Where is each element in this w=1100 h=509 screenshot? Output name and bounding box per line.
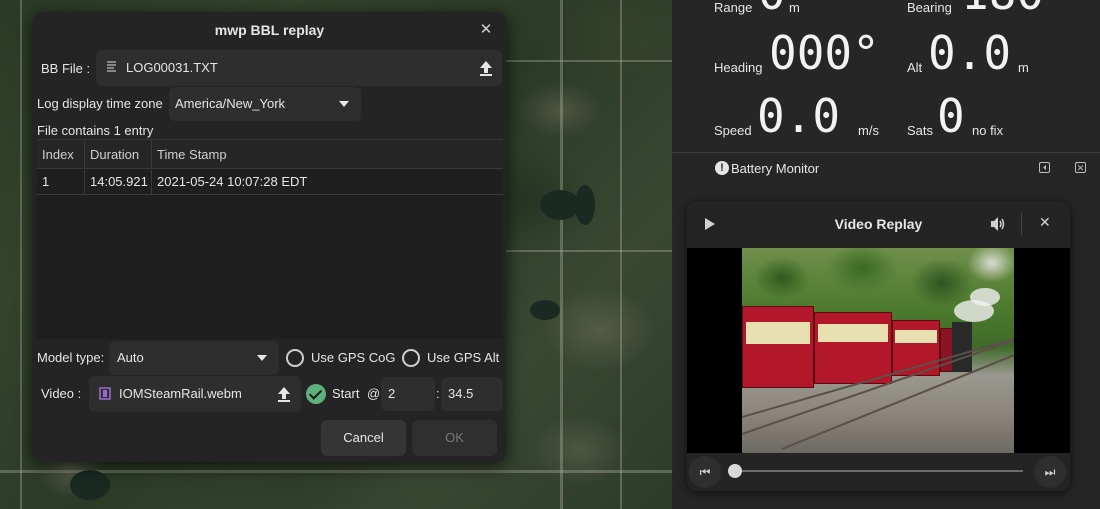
column-header-index[interactable]: Index: [37, 140, 85, 169]
skip-back-icon[interactable]: ⏮: [689, 456, 721, 488]
file-icon: [106, 61, 117, 74]
cancel-button[interactable]: Cancel: [321, 420, 406, 456]
cell-index: 1: [37, 170, 85, 194]
at-symbol: @: [367, 386, 381, 401]
skip-forward-icon[interactable]: ⏭: [1034, 456, 1066, 488]
start-checkbox[interactable]: [306, 384, 326, 404]
video-scene-image: [742, 248, 1014, 453]
cell-timestamp: 2021-05-24 10:07:28 EDT: [157, 174, 308, 189]
video-seek-track[interactable]: [735, 470, 1023, 472]
speed-unit: m/s: [858, 123, 879, 138]
video-frame[interactable]: [687, 248, 1070, 453]
detach-icon[interactable]: [1039, 162, 1050, 173]
start-seconds-value: 34.5: [448, 386, 474, 401]
video-seek-knob[interactable]: [728, 464, 742, 478]
cell-duration: 14:05.921: [85, 170, 152, 194]
range-label: Range: [714, 0, 753, 15]
timezone-value: America/New_York: [175, 96, 286, 111]
alt-unit: m: [1018, 60, 1029, 75]
time-colon: :: [436, 386, 440, 401]
model-type-select[interactable]: Auto: [109, 341, 279, 375]
dialog-title: mwp BBL replay: [214, 22, 325, 38]
video-file-chooser[interactable]: IOMSteamRail.webm: [89, 376, 301, 412]
bb-file-chooser[interactable]: LOG00031.TXT: [96, 50, 502, 86]
play-icon[interactable]: [705, 218, 715, 230]
film-icon: [99, 387, 111, 400]
heading-label: Heading: [714, 60, 763, 75]
log-entries-table: Index Duration Time Stamp 1 14:05.921 20…: [37, 139, 503, 339]
video-replay-title: Video Replay: [834, 216, 923, 232]
close-icon[interactable]: ✕: [1075, 162, 1086, 173]
volume-icon[interactable]: [989, 216, 1007, 232]
use-gps-alt-radio[interactable]: [402, 349, 420, 367]
start-minutes-input[interactable]: 2: [381, 377, 435, 411]
entries-count: File contains 1 entry: [37, 123, 154, 138]
start-minutes-value: 2: [388, 386, 396, 401]
sats-status: no fix: [972, 123, 1004, 138]
video-controls: ⏮ ⏭: [687, 453, 1070, 491]
video-label: Video :: [41, 386, 82, 401]
speed-value: 0.0: [757, 89, 841, 143]
chevron-down-icon: [339, 101, 349, 107]
range-unit: m: [789, 0, 800, 15]
timezone-select[interactable]: America/New_York: [169, 87, 361, 121]
info-icon: !: [715, 161, 729, 175]
use-gps-alt-label: Use GPS Alt: [427, 350, 500, 365]
use-gps-cog-radio[interactable]: [286, 349, 304, 367]
video-replay-window: Video Replay ✕ ⏮ ⏭: [687, 201, 1070, 491]
bearing-value: 180: [961, 0, 1044, 16]
column-header-duration[interactable]: Duration: [85, 140, 152, 169]
speed-label: Speed: [714, 123, 752, 138]
model-type-value: Auto: [117, 350, 144, 365]
model-type-label: Model type:: [37, 350, 105, 365]
start-label: Start: [332, 386, 360, 401]
timezone-label: Log display time zone: [37, 96, 163, 111]
bb-file-name: LOG00031.TXT: [126, 60, 218, 75]
column-header-timestamp[interactable]: Time Stamp: [152, 140, 503, 169]
sats-value: 0: [937, 89, 965, 143]
range-value: 0: [758, 0, 786, 16]
sats-label: Sats: [907, 123, 934, 138]
ok-button[interactable]: OK: [412, 420, 497, 456]
upload-icon[interactable]: [478, 59, 494, 77]
close-icon[interactable]: ✕: [1039, 214, 1051, 231]
start-seconds-input[interactable]: 34.5: [441, 377, 503, 411]
heading-value: 000°: [769, 26, 880, 80]
bearing-label: Bearing: [907, 0, 952, 15]
alt-label: Alt: [907, 60, 923, 75]
upload-icon[interactable]: [276, 385, 292, 403]
video-file-name: IOMSteamRail.webm: [119, 386, 242, 401]
battery-monitor-title: Battery Monitor: [731, 161, 820, 176]
use-gps-cog-label: Use GPS CoG: [311, 350, 396, 365]
alt-value: 0.0: [928, 26, 1012, 80]
bb-file-label: BB File :: [41, 61, 91, 76]
chevron-down-icon: [257, 355, 267, 361]
close-icon[interactable]: ✕: [476, 20, 496, 40]
